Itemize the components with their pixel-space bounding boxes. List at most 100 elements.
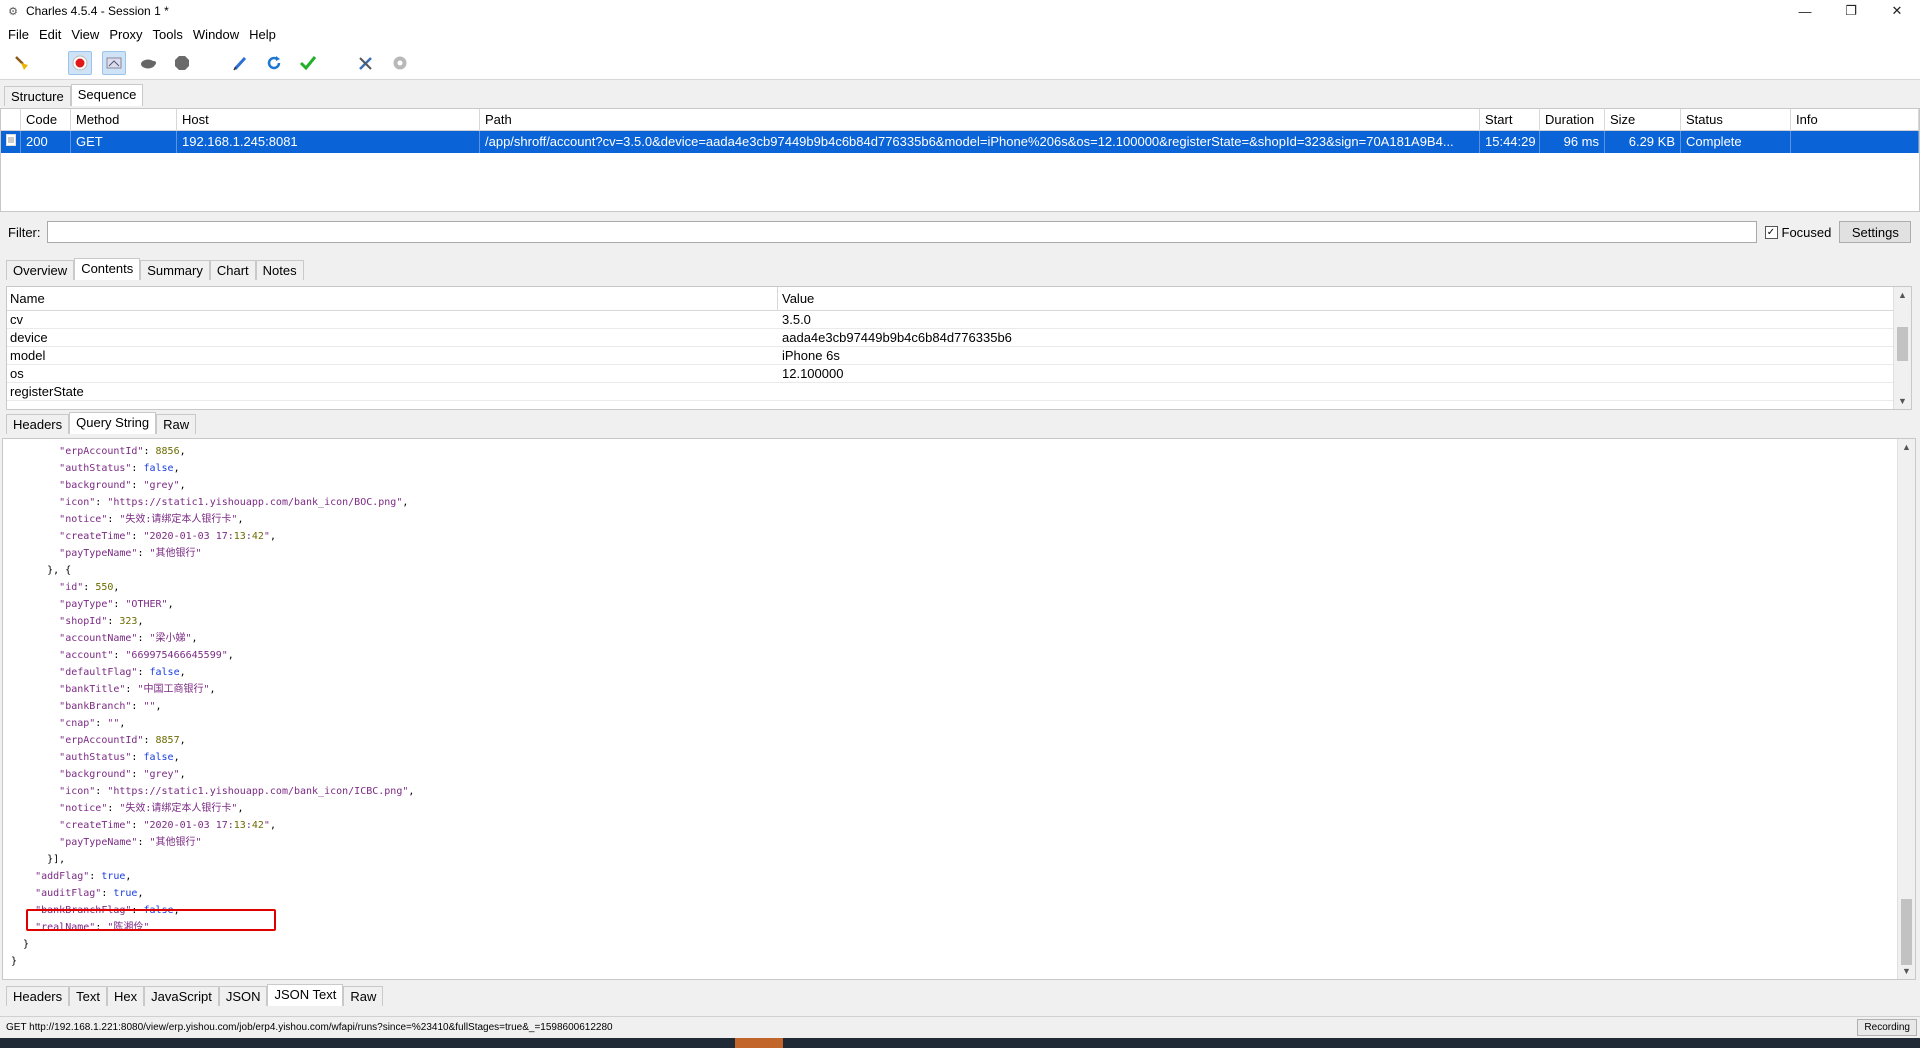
col-name[interactable]: Name bbox=[7, 287, 778, 311]
request-tabs: Headers Query String Raw bbox=[6, 412, 197, 434]
sequence-header: Code Method Host Path Start Duration Siz… bbox=[1, 108, 1919, 131]
json-line: "accountName": "梁小娣", bbox=[59, 633, 198, 644]
tab-request-headers[interactable]: Headers bbox=[6, 414, 70, 434]
param-value: aada4e3cb97449b9b4c6b84d776335b6 bbox=[782, 330, 1012, 345]
tab-response-raw[interactable]: Raw bbox=[343, 986, 384, 1006]
minimize-button[interactable]: — bbox=[1782, 0, 1828, 22]
json-line: "bankTitle": "中国工商银行", bbox=[59, 684, 216, 695]
broom-icon[interactable] bbox=[10, 51, 34, 75]
list-item[interactable]: device aada4e3cb97449b9b4c6b84d776335b6 bbox=[7, 329, 1911, 347]
throttle-icon[interactable] bbox=[102, 50, 126, 75]
row-code: 200 bbox=[21, 131, 71, 153]
json-line: "authStatus": false, bbox=[59, 463, 180, 474]
col-code[interactable]: Code bbox=[21, 108, 71, 131]
tab-text[interactable]: Text bbox=[69, 986, 107, 1006]
tab-notes[interactable]: Notes bbox=[255, 260, 304, 280]
json-line: "notice": "失效:请绑定本人银行卡", bbox=[59, 514, 244, 525]
settings-button[interactable]: Settings bbox=[1839, 221, 1912, 243]
json-line: "payType": "OTHER", bbox=[59, 599, 174, 610]
maximize-button[interactable]: ❐ bbox=[1828, 0, 1874, 22]
param-name: registerState bbox=[10, 384, 84, 399]
json-line: }], bbox=[11, 854, 66, 865]
scroll-down-icon[interactable]: ▼ bbox=[1898, 963, 1915, 979]
filter-input[interactable] bbox=[46, 221, 1757, 243]
json-text-pane[interactable]: "erpAccountId": 8856, "authStatus": fals… bbox=[2, 438, 1916, 980]
scroll-up-icon[interactable]: ▲ bbox=[1894, 287, 1911, 303]
scroll-down-icon[interactable]: ▼ bbox=[1894, 393, 1911, 409]
json-line: "bankBranch": "", bbox=[59, 701, 162, 712]
tab-response-headers[interactable]: Headers bbox=[6, 986, 70, 1006]
tab-contents[interactable]: Contents bbox=[74, 258, 141, 280]
tab-hex[interactable]: Hex bbox=[106, 986, 145, 1006]
col-start[interactable]: Start bbox=[1480, 108, 1540, 131]
json-text: "erpAccountId": 8856, "authStatus": fals… bbox=[11, 443, 414, 970]
col-size[interactable]: Size bbox=[1605, 108, 1681, 131]
settings-gear-icon[interactable] bbox=[388, 51, 412, 75]
col-duration[interactable]: Duration bbox=[1540, 108, 1605, 131]
row-size: 6.29 KB bbox=[1605, 131, 1681, 153]
tab-sequence[interactable]: Sequence bbox=[70, 84, 144, 106]
record-icon[interactable] bbox=[68, 50, 92, 75]
menu-view[interactable]: View bbox=[66, 27, 104, 42]
recording-indicator[interactable]: Recording bbox=[1857, 1019, 1917, 1036]
col-value[interactable]: Value bbox=[778, 291, 1911, 306]
json-line: "erpAccountId": 8857, bbox=[59, 735, 186, 746]
col-host[interactable]: Host bbox=[177, 108, 480, 131]
os-taskbar bbox=[0, 1038, 1920, 1048]
focused-checkbox[interactable]: ✓ Focused bbox=[1764, 225, 1831, 240]
row-info bbox=[1791, 131, 1919, 153]
menu-tools[interactable]: Tools bbox=[148, 27, 188, 42]
tab-overview[interactable]: Overview bbox=[6, 260, 75, 280]
tab-json-text[interactable]: JSON Text bbox=[267, 984, 344, 1006]
row-duration: 96 ms bbox=[1540, 131, 1605, 153]
validate-check-icon[interactable] bbox=[296, 51, 320, 75]
col-status[interactable]: Status bbox=[1681, 108, 1791, 131]
param-name: model bbox=[10, 348, 46, 363]
list-item[interactable]: os 12.100000 bbox=[7, 365, 1911, 383]
checkbox-check-icon: ✓ bbox=[1764, 225, 1778, 239]
col-method[interactable]: Method bbox=[71, 108, 177, 131]
menu-file[interactable]: File bbox=[3, 27, 34, 42]
tab-chart[interactable]: Chart bbox=[209, 260, 256, 280]
table-row[interactable]: 200 GET 192.168.1.245:8081 /app/shroff/a… bbox=[1, 131, 1919, 153]
list-item[interactable]: model iPhone 6s bbox=[7, 347, 1911, 365]
repeat-icon[interactable] bbox=[262, 51, 286, 75]
taskbar-active-indicator bbox=[735, 1038, 783, 1048]
menu-edit[interactable]: Edit bbox=[34, 27, 66, 42]
json-line: "id": 550, bbox=[59, 582, 120, 593]
tab-request-raw[interactable]: Raw bbox=[156, 414, 197, 434]
menu-window[interactable]: Window bbox=[188, 27, 244, 42]
tab-summary[interactable]: Summary bbox=[140, 260, 210, 280]
menu-proxy[interactable]: Proxy bbox=[104, 27, 147, 42]
scroll-thumb[interactable] bbox=[1901, 899, 1912, 965]
tab-structure[interactable]: Structure bbox=[4, 86, 71, 106]
query-string-table: Name Value cv 3.5.0 device aada4e3cb9744… bbox=[6, 286, 1912, 410]
json-line: "shopId": 323, bbox=[59, 616, 144, 627]
row-start: 15:44:29 bbox=[1480, 131, 1540, 153]
json-line: } bbox=[11, 939, 30, 950]
tab-query-string[interactable]: Query String bbox=[69, 412, 157, 434]
col-path[interactable]: Path bbox=[480, 108, 1480, 131]
list-item[interactable]: registerState bbox=[7, 383, 1911, 401]
scroll-up-icon[interactable]: ▲ bbox=[1898, 439, 1915, 455]
tools-icon[interactable] bbox=[354, 51, 378, 75]
list-item[interactable]: cv 3.5.0 bbox=[7, 311, 1911, 329]
tab-javascript[interactable]: JavaScript bbox=[144, 986, 219, 1006]
compose-pen-icon[interactable] bbox=[228, 51, 252, 75]
breakpoint-icon[interactable] bbox=[170, 51, 194, 75]
param-value: iPhone 6s bbox=[782, 348, 840, 363]
col-info[interactable]: Info bbox=[1791, 108, 1919, 131]
close-window-button[interactable]: ✕ bbox=[1874, 0, 1920, 22]
tab-json[interactable]: JSON bbox=[218, 986, 268, 1006]
menu-help[interactable]: Help bbox=[244, 27, 281, 42]
turtle-icon[interactable] bbox=[136, 51, 160, 75]
json-scrollbar[interactable]: ▲ ▼ bbox=[1897, 439, 1915, 979]
param-value: 3.5.0 bbox=[782, 312, 811, 327]
json-line: "account": "669975466645599", bbox=[59, 650, 234, 661]
query-scrollbar[interactable]: ▲ ▼ bbox=[1893, 287, 1911, 409]
json-line: "createTime": "2020-01-03 17:13:42", bbox=[59, 531, 276, 542]
view-tabs: Structure Sequence bbox=[4, 84, 144, 106]
json-line: "icon": "https://static1.yishouapp.com/b… bbox=[59, 786, 415, 797]
scroll-thumb[interactable] bbox=[1897, 327, 1908, 361]
json-line: } bbox=[11, 956, 18, 967]
